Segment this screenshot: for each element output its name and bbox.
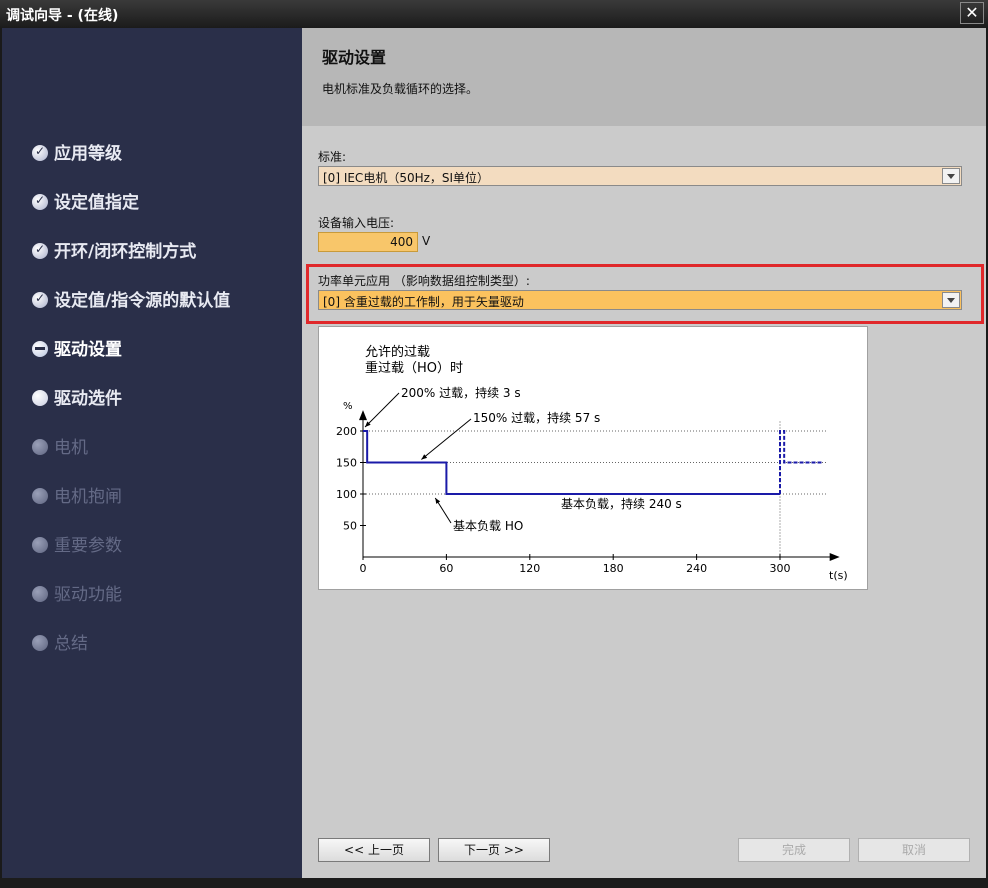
step-bullet-icon xyxy=(32,635,48,651)
step-bullet-icon xyxy=(32,390,48,406)
x-axis-label: t(s) xyxy=(829,569,848,582)
nav-item-label: 驱动选件 xyxy=(54,389,122,409)
chevron-down-icon[interactable] xyxy=(942,168,960,184)
finish-button[interactable]: 完成 xyxy=(738,838,850,862)
y-tick-label: 100 xyxy=(336,488,357,501)
annotation-200: 200% 过载，持续 3 s xyxy=(401,385,521,400)
nav-item-summary: 总结 xyxy=(32,629,88,655)
standard-select[interactable]: [0] IEC电机（50Hz，SI单位） xyxy=(318,166,962,186)
check-icon xyxy=(32,193,48,210)
y-axis-arrow xyxy=(359,410,367,421)
nav-item-label: 电机 xyxy=(54,438,88,458)
window-bottom-edge xyxy=(0,878,988,888)
y-tick-label: 50 xyxy=(343,520,357,533)
overload-chart-svg: 允许的过载 重过载（HO）时 % t(s) 200% 过载，持续 3 s 150… xyxy=(336,344,848,582)
nav-item-label: 总结 xyxy=(54,634,88,654)
nav-item-motor-brake: 电机抱闸 xyxy=(32,482,122,508)
nav-item-setpoint-spec[interactable]: 设定值指定 xyxy=(32,188,139,214)
step-bullet-icon xyxy=(32,488,48,504)
check-icon xyxy=(32,291,48,308)
voltage-label: 设备输入电压: xyxy=(318,216,395,230)
nav-item-label: 设定值/指令源的默认值 xyxy=(54,291,231,311)
nav-item-command-source[interactable]: 设定值/指令源的默认值 xyxy=(32,286,230,312)
page-header: 驱动设置 电机标准及负载循环的选择。 xyxy=(302,28,986,126)
next-button[interactable]: 下一页 >> xyxy=(438,838,550,862)
nav-item-label: 驱动功能 xyxy=(54,585,122,605)
nav-item-drive-functions: 驱动功能 xyxy=(32,580,122,606)
nav-item-label: 开环/闭环控制方式 xyxy=(54,242,197,262)
nav-item-motor: 电机 xyxy=(32,433,88,459)
current-step-icon xyxy=(32,341,48,357)
annotation-150: 150% 过载，持续 57 s xyxy=(473,410,600,425)
page-description: 电机标准及负载循环的选择。 xyxy=(322,82,479,96)
annotation-200-arrow xyxy=(364,392,400,428)
overload-chart: 允许的过载 重过载（HO）时 % t(s) 200% 过载，持续 3 s 150… xyxy=(318,326,868,590)
nav-item-label: 重要参数 xyxy=(54,536,122,556)
chart-title: 允许的过载 xyxy=(365,344,430,360)
power-unit-select[interactable]: [0] 含重过载的工作制，用于矢量驱动 xyxy=(318,290,962,310)
y-tick-label: 150 xyxy=(336,457,357,470)
step-bullet-icon xyxy=(32,439,48,455)
nav-item-drive-settings[interactable]: 驱动设置 xyxy=(32,335,122,361)
chevron-down-icon[interactable] xyxy=(942,292,960,308)
chart-subtitle: 重过载（HO）时 xyxy=(365,360,463,376)
page-title: 驱动设置 xyxy=(322,48,387,67)
annotation-base-ho-arrow-head xyxy=(435,498,441,504)
nav-item-label: 应用等级 xyxy=(54,144,122,164)
y-axis-label: % xyxy=(343,401,353,412)
wizard-footer: << 上一页 下一页 >> 完成 取消 xyxy=(302,824,986,878)
nav-item-drive-options[interactable]: 驱动选件 xyxy=(32,384,122,410)
standard-label: 标准: xyxy=(318,150,347,164)
step-bullet-icon xyxy=(32,586,48,602)
voltage-input[interactable]: 400 xyxy=(318,232,418,252)
window-title: 调试向导 - (在线) xyxy=(6,8,119,24)
nav-item-control-mode[interactable]: 开环/闭环控制方式 xyxy=(32,237,196,263)
nav-item-label: 设定值指定 xyxy=(54,193,139,213)
title-bar: 调试向导 - (在线) ✕ xyxy=(0,0,988,28)
annotation-base-ho: 基本负载 HO xyxy=(453,519,523,533)
nav-item-label: 电机抱闸 xyxy=(54,487,122,507)
power-unit-label: 功率单元应用 （影响数据组控制类型）: xyxy=(318,274,530,288)
power-unit-select-value: [0] 含重过载的工作制，用于矢量驱动 xyxy=(323,295,524,309)
wizard-sidebar: 应用等级 设定值指定 开环/闭环控制方式 设定值/指令源的默认值 驱动设置 驱动… xyxy=(2,28,302,878)
check-icon xyxy=(32,242,48,259)
nav-item-application-level[interactable]: 应用等级 xyxy=(32,139,122,165)
x-tick-label: 60 xyxy=(439,562,453,575)
step-bullet-icon xyxy=(32,537,48,553)
x-axis-arrow xyxy=(829,553,840,561)
cancel-button[interactable]: 取消 xyxy=(858,838,970,862)
voltage-unit: V xyxy=(422,234,431,248)
y-tick-label: 200 xyxy=(336,425,357,438)
annotation-150-arrow xyxy=(421,418,472,460)
annotation-base-240: 基本负载，持续 240 s xyxy=(561,496,682,511)
x-tick-label: 120 xyxy=(519,562,540,575)
x-tick-label: 300 xyxy=(770,562,791,575)
main-panel: 驱动设置 电机标准及负载循环的选择。 标准: [0] IEC电机（50Hz，SI… xyxy=(302,28,986,878)
check-icon xyxy=(32,144,48,161)
standard-select-value: [0] IEC电机（50Hz，SI单位） xyxy=(323,171,490,185)
x-tick-label: 240 xyxy=(686,562,707,575)
nav-item-key-params: 重要参数 xyxy=(32,531,122,557)
prev-button[interactable]: << 上一页 xyxy=(318,838,430,862)
x-tick-label: 180 xyxy=(603,562,624,575)
x-tick-label: 0 xyxy=(360,562,367,575)
nav-item-label: 驱动设置 xyxy=(54,340,122,360)
close-icon[interactable]: ✕ xyxy=(960,2,984,24)
